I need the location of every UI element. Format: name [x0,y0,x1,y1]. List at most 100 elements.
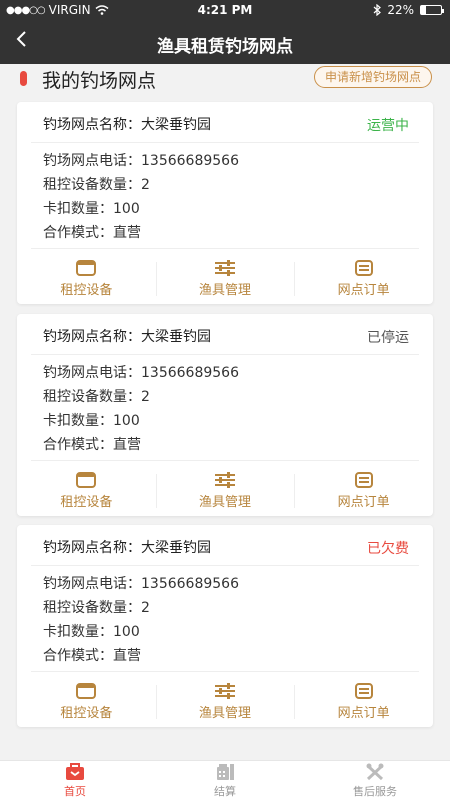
sliders-icon [215,683,235,699]
nav-bar: 渔具租赁钓场网点 [0,20,450,64]
apply-new-outlet-button[interactable]: 申请新增钓场网点 [313,66,432,88]
buckles-row: 卡扣数量：100 [43,198,140,218]
phone-value: 13566689566 [141,365,239,381]
outlet-name-row: 钓场网点名称：大梁垂钓园 [43,326,211,346]
devices-value: 2 [141,389,150,405]
buckles-value: 100 [113,413,140,429]
battery-percent: 22% [387,3,414,17]
divider [31,142,419,143]
tab-home-label: 首页 [64,784,86,798]
tab-home[interactable]: 首页 [0,761,150,800]
tab-settlement[interactable]: 结算 [150,761,300,800]
outlet-card: 钓场网点名称：大梁垂钓园 已欠费 钓场网点电话：13566689566 租控设备… [17,525,433,727]
outlet-name-value: 大梁垂钓园 [141,329,211,345]
buckles-label: 卡扣数量： [43,413,113,429]
order-icon [354,260,373,276]
divider [31,354,419,355]
devices-row: 租控设备数量：2 [43,597,150,617]
status-badge: 运营中 [367,118,409,134]
tab-settlement-label: 结算 [214,784,236,798]
outlet-orders-label: 网点订单 [337,495,390,510]
phone-row: 钓场网点电话：13566689566 [43,573,239,593]
bluetooth-icon [373,4,382,16]
mode-value: 直营 [113,225,141,241]
devices-row: 租控设备数量：2 [43,174,150,194]
battery-group: 22% [373,3,444,17]
status-badge: 已停运 [367,330,409,346]
devices-label: 租控设备数量： [43,600,141,616]
tools-icon [366,763,384,780]
card-actions: 租控设备 渔具管理 网点订单 [17,254,433,304]
section-header: 我的钓场网点 申请新增钓场网点 [0,64,450,94]
outlet-name-label: 钓场网点名称： [43,329,141,345]
calculator-icon [217,763,234,780]
outlet-card: 钓场网点名称：大梁垂钓园 已停运 钓场网点电话：13566689566 租控设备… [17,314,433,516]
rent-devices-button[interactable]: 租控设备 [17,254,156,304]
mode-label: 合作模式： [43,648,113,664]
section-title: 我的钓场网点 [42,70,157,92]
rent-devices-button[interactable]: 租控设备 [17,466,156,516]
divider [31,671,419,672]
phone-value: 13566689566 [141,576,239,592]
gear-manage-button[interactable]: 渔具管理 [155,677,295,727]
status-badge: 已欠费 [367,541,409,557]
status-bar: ●●●○○ VIRGIN 4:21 PM 22% [0,0,450,20]
outlet-name-row: 钓场网点名称：大梁垂钓园 [43,114,211,134]
buckles-label: 卡扣数量： [43,201,113,217]
page-title: 渔具租赁钓场网点 [157,37,293,57]
device-icon [76,472,97,488]
devices-label: 租控设备数量： [43,177,141,193]
mode-row: 合作模式：直营 [43,222,141,242]
outlet-orders-label: 网点订单 [337,283,390,298]
outlet-orders-label: 网点订单 [337,706,390,721]
divider [31,565,419,566]
mode-label: 合作模式： [43,225,113,241]
gear-manage-button[interactable]: 渔具管理 [155,466,295,516]
sliders-icon [215,472,235,488]
rent-devices-label: 租控设备 [60,283,113,298]
phone-row: 钓场网点电话：13566689566 [43,150,239,170]
mode-label: 合作模式： [43,437,113,453]
mode-row: 合作模式：直营 [43,645,141,665]
buckles-value: 100 [113,201,140,217]
device-icon [76,260,97,276]
phone-row: 钓场网点电话：13566689566 [43,362,239,382]
tab-after-sales[interactable]: 售后服务 [300,761,450,800]
rent-devices-label: 租控设备 [60,495,113,510]
order-icon [354,683,373,699]
outlet-name-row: 钓场网点名称：大梁垂钓园 [43,537,211,557]
rent-devices-label: 租控设备 [60,706,113,721]
buckles-row: 卡扣数量：100 [43,410,140,430]
outlet-orders-button[interactable]: 网点订单 [294,466,433,516]
section-marker [20,71,27,86]
outlet-card: 钓场网点名称：大梁垂钓园 运营中 钓场网点电话：13566689566 租控设备… [17,102,433,304]
tab-bar: 首页 结算 售后服务 [0,760,450,800]
order-icon [354,472,373,488]
divider [31,248,419,249]
gear-manage-label: 渔具管理 [199,706,252,721]
phone-label: 钓场网点电话： [43,576,141,592]
outlet-orders-button[interactable]: 网点订单 [294,254,433,304]
divider [31,460,419,461]
devices-value: 2 [141,600,150,616]
outlet-orders-button[interactable]: 网点订单 [294,677,433,727]
rent-devices-button[interactable]: 租控设备 [17,677,156,727]
buckles-value: 100 [113,624,140,640]
outlet-name-value: 大梁垂钓园 [141,540,211,556]
outlet-name-label: 钓场网点名称： [43,540,141,556]
card-actions: 租控设备 渔具管理 网点订单 [17,677,433,727]
devices-label: 租控设备数量： [43,389,141,405]
outlet-name-value: 大梁垂钓园 [141,117,211,133]
outlet-name-label: 钓场网点名称： [43,117,141,133]
devices-value: 2 [141,177,150,193]
gear-manage-label: 渔具管理 [199,283,252,298]
gear-manage-button[interactable]: 渔具管理 [155,254,295,304]
gear-manage-label: 渔具管理 [199,495,252,510]
device-icon [76,683,97,699]
phone-label: 钓场网点电话： [43,365,141,381]
buckles-row: 卡扣数量：100 [43,621,140,641]
home-icon [66,762,84,780]
phone-value: 13566689566 [141,153,239,169]
buckles-label: 卡扣数量： [43,624,113,640]
tab-after-sales-label: 售后服务 [353,784,397,798]
